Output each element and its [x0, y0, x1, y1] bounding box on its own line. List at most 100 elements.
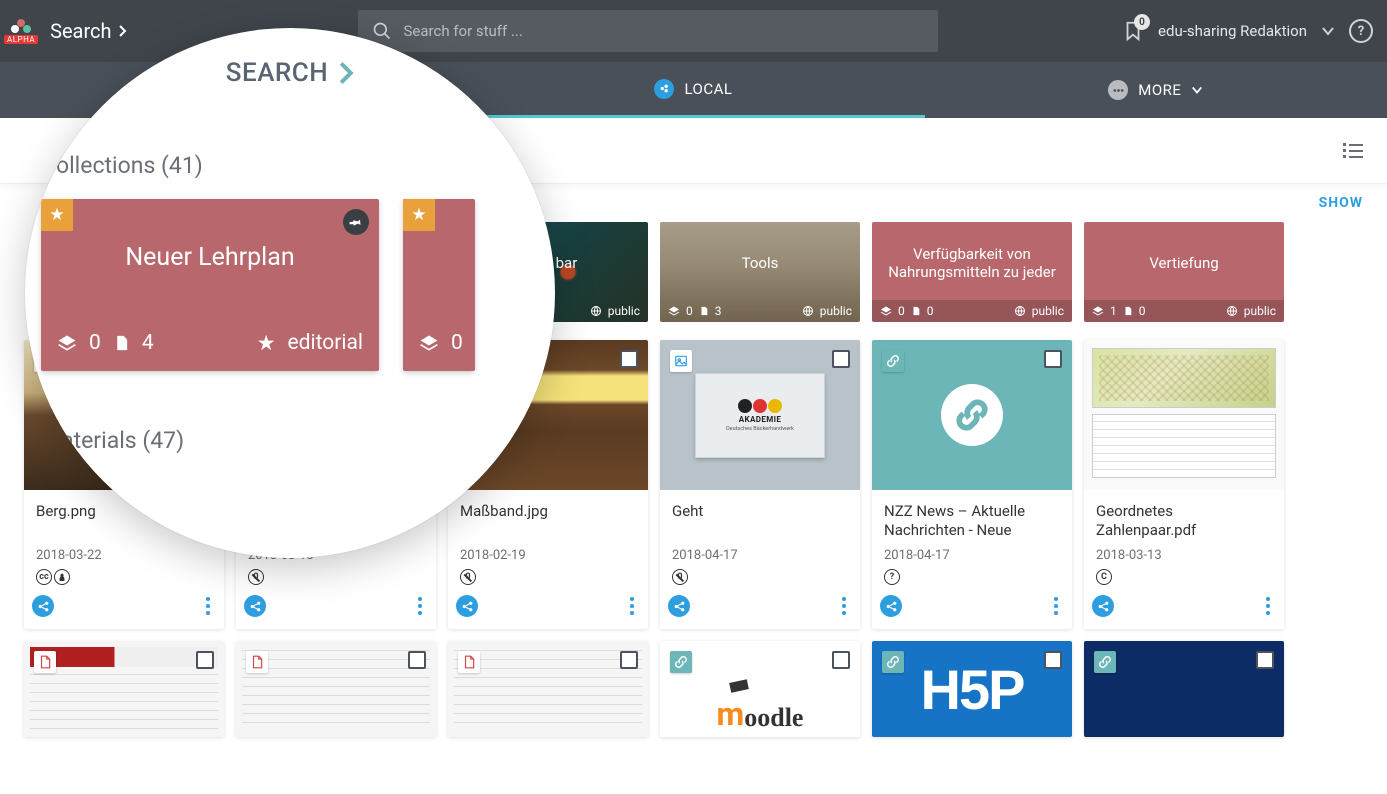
layers-count: 0 — [898, 304, 905, 318]
breadcrumb-search[interactable]: Search — [50, 19, 127, 43]
material-license: ? — [884, 569, 1060, 585]
user-menu-chevron-icon[interactable] — [1321, 24, 1335, 38]
collections-show-link[interactable]: SHOW — [1319, 195, 1363, 211]
material-card[interactable]: NZZ News – Aktuelle Nachrichten - Neue20… — [872, 340, 1072, 629]
collection-title: Vertiefung — [1084, 222, 1284, 300]
material-card[interactable]: Geordnetes Zahlenpaar.pdf 2018-03-13 C — [1084, 340, 1284, 629]
material-card[interactable]: moodle — [660, 641, 860, 737]
material-thumbnail — [1084, 641, 1284, 737]
collection-card[interactable]: Verfügbarkeit von Nahrungsmitteln zu jed… — [872, 222, 1072, 322]
material-card[interactable] — [448, 641, 648, 737]
type-badge — [1094, 651, 1116, 673]
material-date: 2018-02-19 — [460, 548, 636, 563]
material-card[interactable] — [1084, 641, 1284, 737]
material-license: C — [1096, 569, 1272, 585]
scope-label: public — [608, 304, 640, 318]
search-field[interactable] — [358, 10, 938, 52]
mag-collection-card[interactable]: ★ Neuer Lehrplan 0 4 ★ editorial — [41, 199, 379, 371]
chevron-down-icon — [1191, 84, 1203, 96]
material-date: 2018-04-17 — [672, 548, 848, 563]
material-title: Maßband.jpg — [460, 502, 636, 544]
tab-more[interactable]: MORE — [925, 62, 1387, 118]
mag-materials-heading: Materials (47) — [39, 427, 541, 454]
material-thumbnail: H5P — [872, 641, 1072, 737]
material-footer — [448, 593, 648, 629]
file-icon — [699, 305, 709, 317]
card-menu-button[interactable] — [200, 593, 216, 619]
select-checkbox[interactable] — [1044, 651, 1062, 669]
mag-scope-label: editorial — [288, 331, 363, 355]
link-circle-icon — [941, 384, 1003, 446]
card-menu-button[interactable] — [412, 593, 428, 619]
license-unknown-icon: ? — [884, 569, 900, 585]
material-date: 2018-03-22 — [36, 548, 212, 563]
card-menu-button[interactable] — [1260, 593, 1276, 619]
layers-count: 1 — [1110, 304, 1117, 318]
material-thumbnail — [872, 340, 1072, 490]
material-thumbnail — [24, 641, 224, 737]
list-view-toggle[interactable] — [1343, 143, 1363, 158]
material-license: 0 — [460, 569, 636, 585]
mag-peek-layers-count: 0 — [451, 331, 463, 355]
cc-zero-icon: 0 — [672, 569, 688, 585]
mag-collection-meta: 0 4 ★ editorial — [41, 315, 379, 371]
card-menu-button[interactable] — [836, 593, 852, 619]
card-menu-button[interactable] — [1048, 593, 1064, 619]
collection-card[interactable]: Vertiefung10public — [1084, 222, 1284, 322]
logo-mark — [11, 19, 31, 33]
material-date: 2018-03-13 — [1096, 548, 1272, 563]
search-input[interactable] — [404, 22, 924, 40]
material-body: NZZ News – Aktuelle Nachrichten - Neue20… — [872, 490, 1072, 593]
star-badge-icon: ★ — [41, 199, 73, 231]
alpha-badge: ALPHA — [4, 35, 38, 44]
materials-grid-row2: moodleH5P — [24, 641, 1363, 737]
material-footer — [1084, 593, 1284, 629]
layers-count: 0 — [686, 304, 693, 318]
type-badge — [670, 350, 692, 372]
material-card[interactable]: H5P — [872, 641, 1072, 737]
copyright-icon: C — [1096, 569, 1112, 585]
material-card[interactable]: AKADEMIEDeutsches BäckerhandwerkGeht2018… — [660, 340, 860, 629]
material-thumbnail: moodle — [660, 641, 860, 737]
type-badge — [882, 651, 904, 673]
magnifier-overlay: SEARCH Collections (41) ★ Neuer Lehrplan… — [25, 28, 555, 558]
card-menu-button[interactable] — [624, 593, 640, 619]
star-icon: ★ — [257, 331, 276, 356]
select-checkbox[interactable] — [620, 651, 638, 669]
select-checkbox[interactable] — [832, 651, 850, 669]
bookmark-count-badge: 0 — [1134, 14, 1150, 30]
help-button[interactable]: ? — [1349, 19, 1373, 43]
material-card[interactable] — [24, 641, 224, 737]
mag-collection-card-peek[interactable]: ★ 0 — [403, 199, 475, 371]
select-checkbox[interactable] — [832, 350, 850, 368]
type-badge — [670, 651, 692, 673]
tab-local[interactable]: LOCAL — [462, 62, 924, 118]
select-checkbox[interactable] — [1044, 350, 1062, 368]
bookmark-button[interactable]: 0 — [1122, 20, 1144, 42]
select-checkbox[interactable] — [620, 350, 638, 368]
collection-card[interactable]: Tools03public — [660, 222, 860, 322]
material-title: Geordnetes Zahlenpaar.pdf — [1096, 502, 1272, 544]
help-icon: ? — [1358, 24, 1364, 39]
select-checkbox[interactable] — [408, 651, 426, 669]
select-checkbox[interactable] — [196, 651, 214, 669]
material-card[interactable] — [236, 641, 436, 737]
cc-icon: cc — [36, 569, 52, 585]
material-thumbnail — [236, 641, 436, 737]
globe-icon — [802, 305, 814, 317]
by-icon — [54, 569, 70, 585]
material-title: Geht — [672, 502, 848, 544]
source-badge-icon — [244, 595, 266, 617]
material-body: Maßband.jpg 2018-02-19 0 — [448, 490, 648, 593]
navbar-right: 0 edu-sharing Redaktion ? — [1122, 19, 1373, 43]
star-badge-icon: ★ — [403, 199, 435, 231]
material-date: 2018-04-17 — [884, 548, 1060, 563]
material-thumbnail — [448, 641, 648, 737]
mag-collections-heading: Collections (41) — [39, 152, 541, 179]
chevron-right-icon — [118, 24, 128, 38]
layers-icon — [1092, 305, 1104, 317]
select-checkbox[interactable] — [1256, 651, 1274, 669]
mag-collection-title: Neuer Lehrplan — [41, 199, 379, 272]
material-body: Geht 2018-04-17 0 — [660, 490, 860, 593]
files-count: 0 — [1139, 304, 1146, 318]
